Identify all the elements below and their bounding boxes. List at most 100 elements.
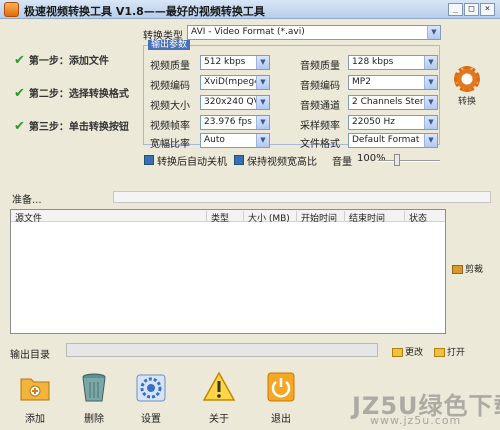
checkmark-icon: ✔ bbox=[14, 119, 25, 134]
folder-add-icon bbox=[20, 378, 50, 401]
step-2: ✔ 第二步：选择转换格式 bbox=[14, 85, 129, 101]
keep-ratio-checkbox[interactable] bbox=[234, 155, 244, 165]
minimize-button[interactable]: _ bbox=[448, 3, 463, 16]
exit-button[interactable]: 退出 bbox=[261, 370, 301, 425]
format-select[interactable]: AVI - Video Format (*.avi) ▼ bbox=[187, 25, 441, 40]
power-icon bbox=[267, 372, 295, 402]
step-1: ✔ 第一步：添加文件 bbox=[14, 52, 109, 68]
video-size-label: 视频大小 bbox=[150, 101, 190, 112]
output-dir-field[interactable] bbox=[66, 343, 378, 357]
convert-button[interactable]: 转换 bbox=[450, 66, 484, 107]
video-quality-value: 512 kbps bbox=[204, 57, 246, 67]
column-divider bbox=[206, 211, 207, 221]
progress-bar bbox=[113, 191, 491, 203]
audio-channels-value: 2 Channels Stere bbox=[352, 97, 429, 107]
sample-rate-value: 22050 Hz bbox=[352, 117, 395, 127]
video-codec-select[interactable]: XviD(mpeg4) ▼ bbox=[200, 75, 270, 90]
add-label: 添加 bbox=[25, 414, 45, 425]
file-format-select[interactable]: Default Format ▼ bbox=[348, 133, 438, 148]
audio-channels-select[interactable]: 2 Channels Stere ▼ bbox=[348, 95, 438, 110]
audio-quality-select[interactable]: 128 kbps ▼ bbox=[348, 55, 438, 70]
dropdown-arrow-icon: ▼ bbox=[256, 116, 269, 129]
video-fps-label: 视频帧率 bbox=[150, 121, 190, 132]
column-end-time[interactable]: 结束时间 bbox=[349, 211, 385, 224]
status-text: 准备... bbox=[12, 195, 42, 206]
settings-button[interactable]: 设置 bbox=[131, 370, 171, 425]
maximize-button[interactable]: □ bbox=[464, 3, 479, 16]
convert-label: 转换 bbox=[457, 97, 476, 107]
clip-label: 剪裁 bbox=[465, 265, 484, 275]
file-list-header: 源文件 类型 大小 (MB) 开始时间 结束时间 状态 bbox=[11, 210, 445, 224]
convert-gear-icon bbox=[454, 66, 480, 92]
format-value: AVI - Video Format (*.avi) bbox=[191, 27, 305, 37]
video-quality-label: 视频质量 bbox=[150, 61, 190, 72]
column-type[interactable]: 类型 bbox=[211, 211, 229, 224]
dropdown-arrow-icon: ▼ bbox=[424, 134, 437, 147]
close-button[interactable]: × bbox=[480, 3, 495, 16]
video-codec-label: 视频编码 bbox=[150, 81, 190, 92]
volume-label: 音量 bbox=[332, 157, 352, 168]
dropdown-arrow-icon: ▼ bbox=[256, 76, 269, 89]
column-size[interactable]: 大小 (MB) bbox=[248, 211, 290, 224]
step-label: 第三步：单击转换按钮 bbox=[28, 122, 129, 133]
volume-slider-track[interactable] bbox=[378, 160, 440, 162]
volume-slider-thumb[interactable] bbox=[393, 154, 400, 166]
keep-ratio-label: 保持视频宽高比 bbox=[247, 157, 317, 168]
shutdown-label: 转换后自动关机 bbox=[157, 157, 227, 168]
audio-codec-select[interactable]: MP2 ▼ bbox=[348, 75, 438, 90]
warning-triangle-icon bbox=[202, 371, 236, 401]
aspect-ratio-select[interactable]: Auto ▼ bbox=[200, 133, 270, 148]
audio-channels-label: 音频通道 bbox=[300, 101, 340, 112]
sample-rate-label: 采样频率 bbox=[300, 121, 340, 132]
checkmark-icon: ✔ bbox=[14, 86, 25, 101]
about-label: 关于 bbox=[209, 414, 229, 425]
dropdown-arrow-icon: ▼ bbox=[427, 26, 440, 39]
video-quality-select[interactable]: 512 kbps ▼ bbox=[200, 55, 270, 70]
dropdown-arrow-icon: ▼ bbox=[256, 96, 269, 109]
dropdown-arrow-icon: ▼ bbox=[256, 56, 269, 69]
watermark-url: www.jz5u.com bbox=[370, 414, 462, 427]
settings-gear-icon bbox=[136, 374, 166, 402]
change-label: 更改 bbox=[405, 348, 424, 358]
trash-bin-icon bbox=[82, 373, 106, 402]
folder-open-icon bbox=[434, 348, 445, 357]
sample-rate-select[interactable]: 22050 Hz ▼ bbox=[348, 115, 438, 130]
file-format-value: Default Format bbox=[352, 135, 420, 145]
video-fps-select[interactable]: 23.976 fps ▼ bbox=[200, 115, 270, 130]
column-divider bbox=[296, 211, 297, 221]
about-button[interactable]: 关于 bbox=[199, 370, 239, 425]
change-dir-button[interactable]: 更改 bbox=[392, 345, 423, 358]
title-bar: 极速视频转换工具 V1.8——最好的视频转换工具 _ □ × bbox=[0, 0, 500, 19]
open-label: 打开 bbox=[447, 348, 466, 358]
volume-value: 100% bbox=[357, 153, 386, 164]
audio-quality-label: 音频质量 bbox=[300, 61, 340, 72]
dropdown-arrow-icon: ▼ bbox=[424, 116, 437, 129]
dropdown-arrow-icon: ▼ bbox=[256, 134, 269, 147]
video-codec-value: XviD(mpeg4) bbox=[204, 77, 264, 87]
aspect-ratio-label: 宽幅比率 bbox=[150, 139, 190, 150]
clip-button[interactable]: 剪裁 bbox=[452, 262, 483, 275]
group-title: 输出参数 bbox=[148, 40, 191, 50]
delete-label: 删除 bbox=[84, 414, 104, 425]
add-button[interactable]: 添加 bbox=[15, 370, 55, 425]
exit-label: 退出 bbox=[271, 414, 291, 425]
settings-label: 设置 bbox=[141, 414, 161, 425]
column-divider bbox=[404, 211, 405, 221]
delete-button[interactable]: 删除 bbox=[74, 370, 114, 425]
shutdown-checkbox[interactable] bbox=[144, 155, 154, 165]
window-title: 极速视频转换工具 V1.8——最好的视频转换工具 bbox=[24, 5, 265, 18]
aspect-ratio-value: Auto bbox=[204, 135, 225, 145]
step-label: 第一步：添加文件 bbox=[28, 56, 109, 67]
app-logo-icon bbox=[4, 2, 19, 17]
file-list[interactable]: 源文件 类型 大小 (MB) 开始时间 结束时间 状态 bbox=[10, 209, 446, 334]
column-start-time[interactable]: 开始时间 bbox=[301, 211, 337, 224]
clip-film-icon bbox=[452, 265, 463, 274]
column-source-file[interactable]: 源文件 bbox=[15, 211, 42, 224]
dropdown-arrow-icon: ▼ bbox=[424, 56, 437, 69]
column-status[interactable]: 状态 bbox=[409, 211, 427, 224]
video-size-select[interactable]: 320x240 QVGA ▼ bbox=[200, 95, 270, 110]
dropdown-arrow-icon: ▼ bbox=[424, 76, 437, 89]
dropdown-arrow-icon: ▼ bbox=[424, 96, 437, 109]
output-dir-label: 输出目录 bbox=[10, 350, 50, 361]
open-dir-button[interactable]: 打开 bbox=[434, 345, 465, 358]
